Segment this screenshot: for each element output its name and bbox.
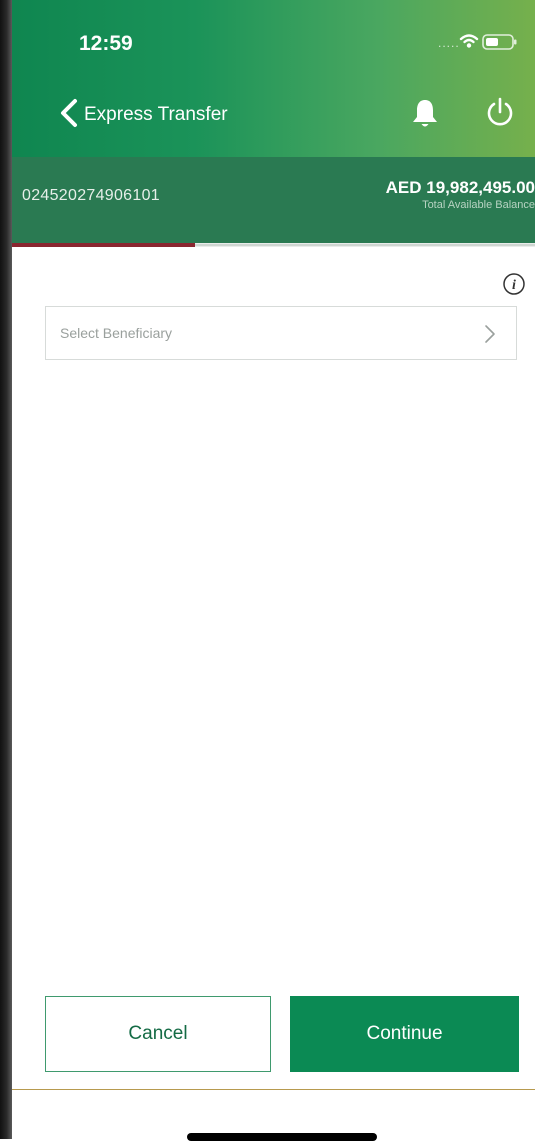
wifi-icon <box>459 33 479 54</box>
account-number: 024520274906101 <box>22 187 160 204</box>
beneficiary-select[interactable]: Select Beneficiary <box>45 306 517 360</box>
step-progress-fill <box>12 243 195 247</box>
continue-button[interactable]: Continue <box>290 996 519 1072</box>
battery-icon <box>482 33 518 56</box>
app-header: 12:59 ..... Express Transfer <box>12 0 535 157</box>
beneficiary-placeholder: Select Beneficiary <box>60 325 173 341</box>
balance-label: Total Available Balance <box>422 199 535 211</box>
chevron-left-icon[interactable] <box>58 98 80 133</box>
home-indicator[interactable] <box>187 1133 377 1141</box>
screen-edge <box>12 1089 535 1090</box>
step-progress-remaining <box>195 244 535 246</box>
status-time: 12:59 <box>79 32 133 55</box>
app-screen: 12:59 ..... Express Transfer 02452027490… <box>12 0 535 1090</box>
page-title: Express Transfer <box>84 104 228 125</box>
power-icon[interactable] <box>485 97 515 134</box>
bell-icon[interactable] <box>411 98 439 135</box>
device-bezel <box>0 0 12 1139</box>
chevron-right-icon <box>484 324 496 349</box>
available-balance: AED 19,982,495.00 <box>385 178 535 197</box>
svg-text:i: i <box>512 278 516 293</box>
cancel-button[interactable]: Cancel <box>45 996 271 1072</box>
info-icon[interactable]: i <box>502 272 526 301</box>
signal-dots: ..... <box>438 36 460 50</box>
